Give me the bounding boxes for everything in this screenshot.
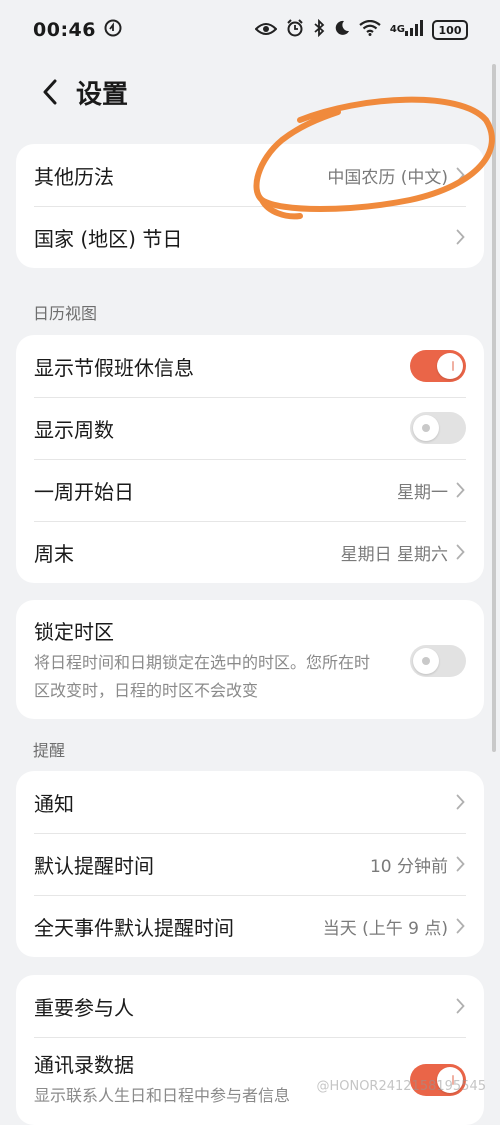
allday-reminder-row[interactable]: 全天事件默认提醒时间 当天 (上午 9 点)	[16, 895, 484, 957]
status-bar: 00:46 4G 100	[0, 0, 500, 60]
lock-timezone-label: 锁定时区	[34, 620, 114, 644]
show-holidays-toggle[interactable]	[410, 350, 466, 382]
weekend-value: 星期日 星期六	[340, 544, 448, 565]
page-title: 设置	[76, 79, 129, 110]
default-reminder-label: 默认提醒时间	[34, 853, 154, 878]
chevron-right-icon	[454, 855, 466, 873]
chevron-right-icon	[454, 997, 466, 1015]
lock-timezone-row[interactable]: 锁定时区 将日程时间和日期锁定在选中的时区。您所在时区改变时，日程的时区不会改变	[16, 600, 484, 719]
wifi-icon	[359, 19, 381, 40]
notifications-row[interactable]: 通知	[16, 771, 484, 833]
reminders-card: 通知 默认提醒时间 10 分钟前 全天事件默认提醒时间 当天 (上午 9 点)	[16, 771, 484, 957]
chevron-right-icon	[454, 543, 466, 561]
calendar-system-card: 其他历法 中国农历 (中文) 国家 (地区) 节日	[16, 144, 484, 268]
status-time: 00:46	[33, 19, 96, 41]
chevron-right-icon	[454, 228, 466, 246]
important-participants-label: 重要参与人	[34, 995, 134, 1020]
weekend-row[interactable]: 周末 星期日 星期六	[16, 521, 484, 583]
show-week-numbers-row[interactable]: 显示周数	[16, 397, 484, 459]
show-week-numbers-label: 显示周数	[34, 417, 114, 442]
notifications-label: 通知	[34, 791, 74, 816]
week-start-value: 星期一	[397, 482, 448, 503]
chevron-right-icon	[454, 917, 466, 935]
moon-icon	[334, 20, 350, 40]
watermark: @HONOR2412158195545	[316, 1079, 486, 1094]
week-start-label: 一周开始日	[34, 479, 134, 504]
show-holidays-row[interactable]: 显示节假班休信息	[16, 335, 484, 397]
page-header: 设置	[0, 60, 500, 124]
default-reminder-row[interactable]: 默认提醒时间 10 分钟前	[16, 833, 484, 895]
contacts-data-label: 通讯录数据	[34, 1053, 134, 1077]
lock-timezone-card: 锁定时区 将日程时间和日期锁定在选中的时区。您所在时区改变时，日程的时区不会改变	[16, 600, 484, 719]
show-holidays-label: 显示节假班休信息	[34, 355, 194, 380]
back-arrow-icon	[43, 79, 57, 105]
default-reminder-value: 10 分钟前	[369, 856, 448, 877]
calendar-view-section-title: 日历视图	[33, 304, 98, 323]
lock-timezone-description: 将日程时间和日期锁定在选中的时区。您所在时区改变时，日程的时区不会改变	[34, 653, 371, 700]
other-calendars-row[interactable]: 其他历法 中国农历 (中文)	[16, 144, 484, 206]
bluetooth-icon	[313, 18, 325, 41]
other-calendars-label: 其他历法	[34, 164, 114, 189]
week-start-row[interactable]: 一周开始日 星期一	[16, 459, 484, 521]
reminders-section-title: 提醒	[33, 741, 66, 760]
eye-icon	[254, 21, 278, 40]
battery-indicator: 100	[432, 20, 468, 40]
other-calendars-value: 中国农历 (中文)	[327, 167, 448, 188]
allday-reminder-value: 当天 (上午 9 点)	[322, 918, 448, 939]
chevron-right-icon	[454, 793, 466, 811]
holidays-row[interactable]: 国家 (地区) 节日	[16, 206, 484, 268]
chevron-right-icon	[454, 481, 466, 499]
allday-reminder-label: 全天事件默认提醒时间	[34, 915, 234, 940]
scrollbar[interactable]	[492, 64, 496, 752]
holidays-label: 国家 (地区) 节日	[34, 226, 183, 251]
back-button[interactable]	[30, 72, 70, 112]
participants-card: 重要参与人 通讯录数据 显示联系人生日和日程中参与者信息	[16, 975, 484, 1125]
show-week-numbers-toggle[interactable]	[410, 412, 466, 444]
app-notification-icon	[104, 19, 122, 41]
network-type: 4G	[389, 24, 405, 35]
alarm-icon	[286, 19, 304, 41]
chevron-right-icon	[454, 166, 466, 184]
calendar-view-card: 显示节假班休信息 显示周数 一周开始日 星期一 周末 星期日 星期六	[16, 335, 484, 583]
weekend-label: 周末	[34, 541, 74, 566]
important-participants-row[interactable]: 重要参与人	[16, 975, 484, 1037]
signal-icon	[405, 20, 423, 40]
lock-timezone-toggle[interactable]	[410, 644, 466, 677]
